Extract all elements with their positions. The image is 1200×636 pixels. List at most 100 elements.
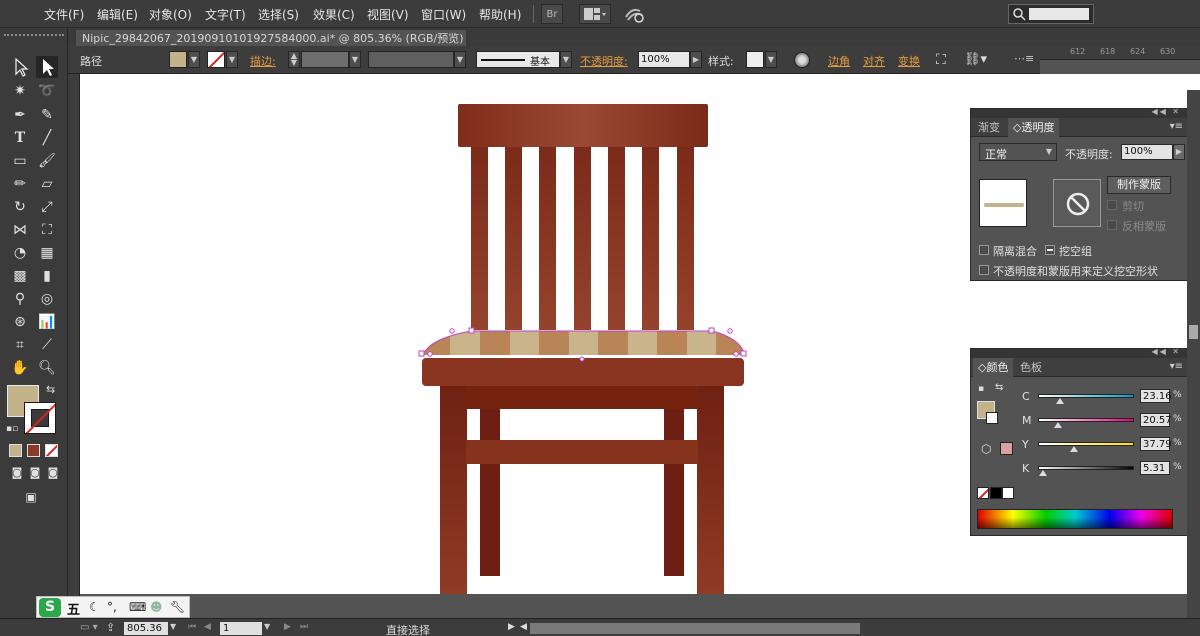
panel-grip[interactable] <box>4 34 64 40</box>
chair-back-rail[interactable] <box>458 104 708 147</box>
bridge-button[interactable]: Br <box>541 4 563 24</box>
symbol-sprayer-tool-icon[interactable]: ⊛ <box>9 311 31 333</box>
clip-checkbox[interactable] <box>1107 200 1117 210</box>
arrange-documents-button[interactable] <box>579 4 611 24</box>
mask-thumbnail[interactable] <box>1053 179 1101 227</box>
screen-mode-icon[interactable]: ▣ <box>20 486 42 508</box>
menu-file[interactable]: 文件(F) <box>44 6 84 23</box>
line-tool-icon[interactable]: ╱ <box>36 127 58 149</box>
scroll-left-arrow[interactable]: ◀ <box>520 622 527 632</box>
chair-front-left-leg[interactable] <box>440 382 467 597</box>
fill-dropdown-arrow[interactable]: ▼ <box>188 51 200 68</box>
artboard-tool-icon[interactable]: ⌗ <box>9 334 31 356</box>
artboard-nav-icon[interactable]: ▭ ▾ <box>80 622 98 633</box>
input-method-bar[interactable]: S 五 ☾ °, ⌨ ☻ 🔧︎ <box>36 596 190 618</box>
tab-swatches[interactable]: 色板 <box>1015 358 1047 377</box>
default-fill-stroke-icon[interactable]: ▪ <box>978 384 984 394</box>
blend-mode-select[interactable]: 正常 ▼ <box>979 143 1057 161</box>
zoom-level-field[interactable]: 805.36 <box>124 622 168 635</box>
menu-edit[interactable]: 编辑(E) <box>97 6 138 23</box>
opacity-panel-link[interactable]: 不透明度: <box>580 53 628 69</box>
chair-front-right-leg[interactable] <box>697 382 724 597</box>
menu-window[interactable]: 窗口(W) <box>421 6 466 23</box>
pencil-tool-icon[interactable]: ✏ <box>9 173 31 195</box>
pen-tool-icon[interactable]: ✒ <box>9 104 31 126</box>
width-tool-icon[interactable]: ⋈ <box>9 219 31 241</box>
menu-select[interactable]: 选择(S) <box>258 6 299 23</box>
white-swatch[interactable] <box>1002 487 1014 499</box>
curvature-tool-icon[interactable]: ✎ <box>36 104 58 126</box>
menu-view[interactable]: 视图(V) <box>367 6 409 23</box>
search-input[interactable] <box>1029 8 1089 20</box>
panel-stroke-swatch[interactable] <box>986 412 998 424</box>
wrench-icon[interactable]: 🔧︎ <box>170 600 185 614</box>
rotate-tool-icon[interactable]: ↻ <box>9 196 31 218</box>
opacity-mask-knockout-checkbox[interactable] <box>979 265 989 275</box>
menu-help[interactable]: 帮助(H) <box>479 6 521 23</box>
column-graph-tool-icon[interactable]: 📊 <box>36 311 58 333</box>
eyedropper-tool-icon[interactable]: ⚲ <box>9 288 31 310</box>
channel-y-slider[interactable] <box>1038 442 1134 446</box>
mesh-tool-icon[interactable]: ▩ <box>9 265 31 287</box>
brush-definition-field[interactable]: 基本 <box>476 51 560 68</box>
chair-back-left-leg[interactable] <box>480 394 500 576</box>
knockout-group-checkbox[interactable] <box>1045 245 1055 255</box>
stroke-weight-stepper[interactable]: ▲ ▼ <box>288 51 300 68</box>
swap-fill-stroke-icon[interactable]: ⇆ <box>46 383 55 396</box>
channel-y-slider-thumb[interactable] <box>1070 446 1079 452</box>
draw-inside-icon[interactable]: ◙ <box>42 462 64 484</box>
align-panel-link[interactable]: 对齐 <box>863 53 885 69</box>
chair-seat-base[interactable] <box>422 358 744 386</box>
channel-k-input[interactable]: 5.31 <box>1140 461 1170 475</box>
isolate-selected-icon[interactable]: ⛶ <box>936 52 946 68</box>
make-mask-button[interactable]: 制作蒙版 <box>1107 176 1171 194</box>
opacity-input[interactable]: 100% <box>638 51 690 68</box>
ime-mode-label[interactable]: 五 <box>67 599 80 618</box>
share-icon[interactable]: ⇪ <box>106 621 115 634</box>
menu-effect[interactable]: 效果(C) <box>313 6 355 23</box>
artboard-number-field[interactable]: 1 <box>220 622 262 635</box>
help-search[interactable] <box>1008 4 1094 24</box>
lasso-tool-icon[interactable]: ➰ <box>36 80 58 102</box>
stroke-dropdown-arrow[interactable]: ▼ <box>226 51 238 68</box>
direct-selection-tool-icon[interactable] <box>36 56 58 78</box>
transform-panel-link[interactable]: 变换 <box>898 53 920 69</box>
control-bar-menu-icon[interactable]: ⋯≡ <box>1014 52 1034 65</box>
tab-gradient[interactable]: 渐变 <box>973 118 1005 137</box>
out-of-web-color-icon[interactable]: ⬡ <box>981 442 991 456</box>
chair-back-slats[interactable] <box>471 147 694 330</box>
panel-menu-icon[interactable]: ▾≡ <box>1170 121 1183 132</box>
isolate-blending-checkbox[interactable] <box>979 245 989 255</box>
corner-panel-link[interactable]: 边角 <box>828 53 850 69</box>
zoom-dropdown-arrow[interactable]: ▼ <box>170 622 176 631</box>
color-spectrum-bar[interactable] <box>977 509 1173 529</box>
recolor-artwork-icon[interactable] <box>794 52 810 68</box>
variable-width-profile[interactable] <box>368 51 454 68</box>
status-menu-arrow[interactable]: ▶ <box>508 622 515 632</box>
zoom-tool-icon[interactable]: 🔍︎ <box>36 357 58 379</box>
panel-opacity-input[interactable]: 100% <box>1121 144 1173 160</box>
perspective-grid-tool-icon[interactable]: ▦ <box>36 242 58 264</box>
vertical-ruler[interactable] <box>68 46 80 618</box>
object-thumbnail[interactable] <box>979 179 1027 227</box>
sync-settings-icon[interactable] <box>624 5 646 23</box>
menu-type[interactable]: 文字(T) <box>205 6 246 23</box>
graphic-style-dropdown[interactable]: ▼ <box>765 51 777 68</box>
tab-color[interactable]: ◇颜色 <box>973 358 1014 377</box>
invert-mask-checkbox[interactable] <box>1107 220 1117 230</box>
select-similar-icon[interactable]: ⛓▾ <box>964 52 987 67</box>
stroke-weight-field[interactable] <box>301 51 349 68</box>
type-tool-icon[interactable]: T <box>9 127 31 149</box>
black-swatch[interactable] <box>990 487 1002 499</box>
vertical-scroll-thumb[interactable] <box>1189 325 1198 339</box>
rectangle-tool-icon[interactable]: ▭ <box>9 150 31 172</box>
channel-c-input[interactable]: 23.16 <box>1140 389 1172 403</box>
vertical-scrollbar[interactable] <box>1187 90 1200 618</box>
channel-c-slider[interactable] <box>1038 394 1134 398</box>
channel-m-slider[interactable] <box>1038 418 1134 422</box>
stroke-color-swatch[interactable] <box>24 402 56 434</box>
slice-tool-icon[interactable]: ⟋ <box>36 334 58 356</box>
brush-dropdown[interactable]: ▼ <box>560 51 572 68</box>
channel-m-input[interactable]: 20.57 <box>1140 413 1172 427</box>
chair-apron[interactable] <box>466 385 698 409</box>
